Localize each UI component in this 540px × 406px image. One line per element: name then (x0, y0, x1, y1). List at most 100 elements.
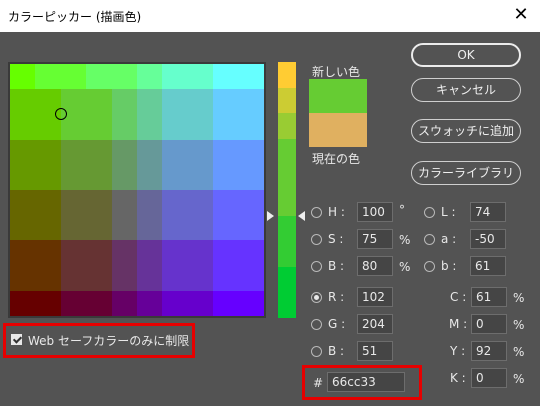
color-field-cell[interactable] (35, 64, 61, 90)
color-field-cursor[interactable] (55, 108, 67, 120)
color-field-cell[interactable] (187, 164, 214, 190)
color-field-cell[interactable] (162, 164, 188, 190)
color-field-cell[interactable] (213, 139, 239, 165)
rgb-r-radio[interactable] (311, 292, 322, 303)
color-field-cell[interactable] (35, 290, 61, 316)
color-field-cell[interactable] (86, 164, 112, 190)
add-to-swatches-button[interactable]: スウォッチに追加 (411, 119, 521, 143)
color-field-cell[interactable] (60, 64, 87, 90)
color-field-cell[interactable] (86, 215, 112, 241)
b-input[interactable]: 80 (357, 256, 393, 276)
color-field-cell[interactable] (187, 215, 214, 241)
color-field-cell[interactable] (136, 265, 163, 291)
color-field-cell[interactable] (136, 139, 163, 165)
l-input[interactable]: 74 (470, 202, 506, 222)
color-field-cell[interactable] (60, 215, 87, 241)
g-input[interactable]: 204 (357, 314, 393, 334)
color-field-cell[interactable] (187, 265, 214, 291)
color-field-cell[interactable] (10, 139, 36, 165)
color-field-cell[interactable] (111, 114, 137, 140)
color-slider-segment[interactable] (278, 164, 296, 190)
color-field-cell[interactable] (162, 190, 188, 216)
color-field-cell[interactable] (238, 64, 264, 90)
color-field-cell[interactable] (238, 164, 264, 190)
color-field-cell[interactable] (136, 190, 163, 216)
color-field-cell[interactable] (162, 139, 188, 165)
color-field-cell[interactable] (111, 139, 137, 165)
color-field-cell[interactable] (35, 215, 61, 241)
color-field-cell[interactable] (136, 164, 163, 190)
color-field-cell[interactable] (238, 265, 264, 291)
color-slider-segment[interactable] (278, 292, 296, 318)
lab-a-radio[interactable] (424, 234, 435, 245)
color-field-cell[interactable] (10, 64, 36, 90)
color-field-cell[interactable] (111, 240, 137, 266)
color-field-cell[interactable] (86, 290, 112, 316)
color-field-cell[interactable] (162, 215, 188, 241)
color-field-cell[interactable] (213, 215, 239, 241)
color-field-cell[interactable] (60, 265, 87, 291)
color-field-cell[interactable] (213, 240, 239, 266)
color-field-cell[interactable] (213, 164, 239, 190)
color-slider-segment[interactable] (278, 215, 296, 242)
color-field-cell[interactable] (60, 139, 87, 165)
color-field-cell[interactable] (10, 265, 36, 291)
c-input[interactable]: 61 (471, 287, 507, 307)
color-field-cell[interactable] (86, 190, 112, 216)
color-field-cell[interactable] (187, 290, 214, 316)
color-field-cell[interactable] (86, 240, 112, 266)
color-slider-segment[interactable] (278, 87, 296, 114)
color-field-cell[interactable] (60, 190, 87, 216)
hsb-s-radio[interactable] (311, 234, 322, 245)
color-field-cell[interactable] (136, 240, 163, 266)
rgb-g-radio[interactable] (311, 319, 322, 330)
color-field-cell[interactable] (162, 290, 188, 316)
cancel-button[interactable]: キャンセル (411, 78, 521, 102)
rgb-b-radio[interactable] (311, 346, 322, 357)
color-field-cell[interactable] (111, 215, 137, 241)
ok-button[interactable]: OK (411, 43, 521, 67)
color-field-cell[interactable] (136, 215, 163, 241)
color-field[interactable] (10, 64, 264, 316)
lab-b-radio[interactable] (424, 261, 435, 272)
color-field-cell[interactable] (86, 265, 112, 291)
color-field-cell[interactable] (60, 290, 87, 316)
close-icon[interactable]: ✕ (510, 4, 532, 26)
color-field-cell[interactable] (187, 64, 214, 90)
color-field-cell[interactable] (60, 164, 87, 190)
color-field-cell[interactable] (111, 190, 137, 216)
color-field-cell[interactable] (111, 164, 137, 190)
color-field-cell[interactable] (213, 64, 239, 90)
color-field-cell[interactable] (10, 164, 36, 190)
hex-input[interactable]: 66cc33 (327, 372, 405, 392)
m-input[interactable]: 0 (471, 314, 507, 334)
color-field-cell[interactable] (238, 190, 264, 216)
color-field-cell[interactable] (162, 89, 188, 115)
color-field-cell[interactable] (187, 190, 214, 216)
hsb-b-radio[interactable] (311, 261, 322, 272)
color-field-cell[interactable] (136, 64, 163, 90)
color-field-cell[interactable] (162, 240, 188, 266)
color-field-cell[interactable] (136, 89, 163, 115)
color-field-cell[interactable] (162, 64, 188, 90)
color-field-cell[interactable] (35, 139, 61, 165)
color-field-cell[interactable] (238, 114, 264, 140)
color-field-cell[interactable] (10, 290, 36, 316)
color-field-cell[interactable] (86, 139, 112, 165)
color-field-cell[interactable] (238, 89, 264, 115)
color-slider-segment[interactable] (278, 113, 296, 139)
k-input[interactable]: 0 (471, 368, 507, 388)
color-field-cell[interactable] (35, 265, 61, 291)
color-field-cell[interactable] (136, 290, 163, 316)
lab-b-input[interactable]: 61 (470, 256, 506, 276)
color-field-cell[interactable] (35, 240, 61, 266)
hsb-h-radio[interactable] (311, 207, 322, 218)
color-field-cell[interactable] (213, 290, 239, 316)
color-field-cell[interactable] (10, 215, 36, 241)
slider-handle-left-icon[interactable] (267, 211, 274, 221)
lab-l-radio[interactable] (424, 207, 435, 218)
color-field-cell[interactable] (35, 164, 61, 190)
rgb-b-input[interactable]: 51 (357, 341, 393, 361)
color-slider-segment[interactable] (278, 190, 296, 216)
color-field-cell[interactable] (213, 89, 239, 115)
